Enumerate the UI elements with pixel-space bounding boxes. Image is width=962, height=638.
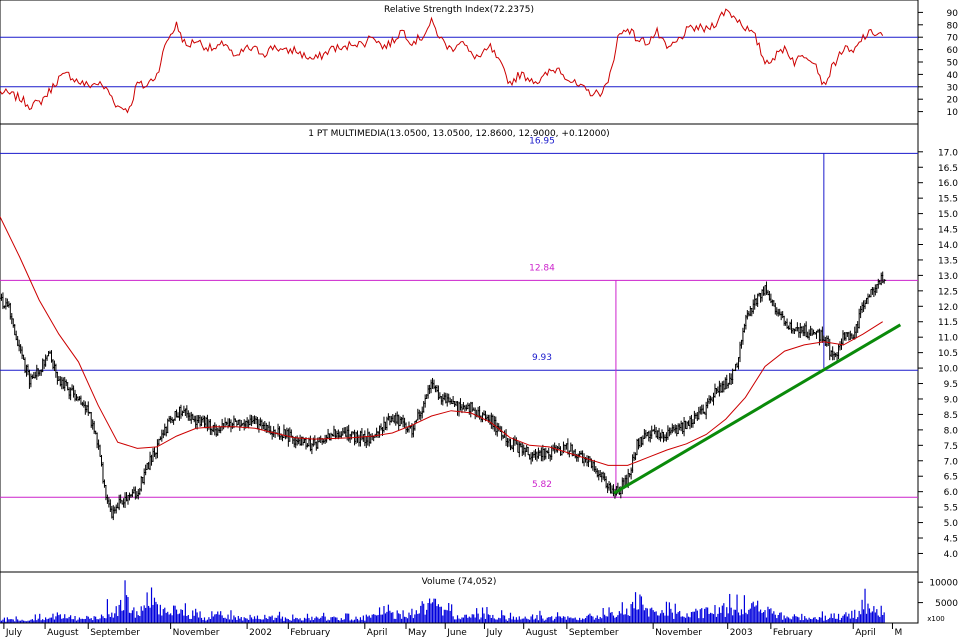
price-ytick-label: 8.5 <box>944 411 958 421</box>
rsi-ytick-label: 50 <box>947 59 959 69</box>
x-axis-month-label: July <box>5 628 23 638</box>
rsi-ytick-label: 10 <box>947 108 959 118</box>
x-axis-month-label: September <box>569 628 619 638</box>
volume-ytick-label: 10000 <box>929 579 958 589</box>
x-axis-month-label: February <box>290 628 331 638</box>
price-ytick-label: 4.0 <box>944 550 959 560</box>
price-ytick-label: 10.5 <box>938 349 958 359</box>
x-axis-month-label: June <box>446 628 467 638</box>
x-axis-month-label: February <box>773 628 814 638</box>
rsi-ytick-label: 40 <box>947 71 959 81</box>
price-frame <box>0 123 919 573</box>
volume-panel: 5000 10000 Volume (74,052) x100 <box>0 571 958 624</box>
price-ytick-label: 6.5 <box>944 473 958 483</box>
x-axis-month-label: 2002 <box>249 628 272 638</box>
price-ytick-label: 12.5 <box>938 287 958 297</box>
volume-ytick-label: 5000 <box>935 599 958 609</box>
price-ytick-label: 4.5 <box>944 535 958 545</box>
price-ytick-label: 17.0 <box>938 148 958 158</box>
x-axis-month-label: November <box>173 628 220 638</box>
price-level-label: 16.95 <box>529 136 555 146</box>
rsi-frame <box>0 0 919 125</box>
price-ytick-label: 5.0 <box>944 519 959 529</box>
x-axis-month-label: August <box>47 628 79 638</box>
x-axis-month-label: M <box>894 628 902 638</box>
price-ytick-label: 16.0 <box>938 179 958 189</box>
price-ytick-label: 14.0 <box>938 241 958 251</box>
rsi-panel: 10 20 30 40 50 60 70 80 90 Relative Strength Inde… <box>0 0 959 125</box>
price-ytick-label: 15.5 <box>938 195 958 205</box>
stock-chart: 10 20 30 40 50 60 70 80 90 Relative Strength Inde… <box>0 0 959 638</box>
price-ytick-label: 14.5 <box>938 226 958 236</box>
price-ytick-label: 16.5 <box>938 164 958 174</box>
price-ytick-label: 7.0 <box>944 457 959 467</box>
rsi-ytick-label: 30 <box>947 83 959 93</box>
rsi-ytick-label: 70 <box>947 34 959 44</box>
price-ytick-label: 13.0 <box>938 272 958 282</box>
x-axis: July August September November 2002 February A… <box>0 622 918 638</box>
price-ytick-label: 11.0 <box>938 334 958 344</box>
x-axis-month-label: April <box>367 628 388 638</box>
price-ytick-label: 15.0 <box>938 210 958 220</box>
volume-multiplier: x100 <box>927 615 945 623</box>
rsi-ytick-label: 80 <box>947 21 959 31</box>
rsi-ytick-label: 90 <box>947 9 959 19</box>
x-axis-month-label: May <box>408 628 427 638</box>
x-axis-month-label: August <box>526 628 558 638</box>
rsi-ytick-label: 60 <box>947 46 959 56</box>
rsi-ytick-label: 20 <box>947 96 959 106</box>
price-ytick-label: 13.5 <box>938 256 958 266</box>
price-ytick-label: 11.5 <box>938 318 958 328</box>
price-ytick-label: 8.0 <box>944 426 959 436</box>
rsi-title: Relative Strength Index(72.2375) <box>384 5 534 15</box>
price-ytick-label: 12.0 <box>938 303 958 313</box>
price-panel: 4.0 4.5 5.0 5.5 6.0 6.5 7.0 7.5 8.0 8.5 9.0 9.5 10.0… <box>0 123 959 573</box>
price-ytick-label: 10.0 <box>938 365 958 375</box>
price-ytick-label: 9.0 <box>944 395 959 405</box>
price-title: 1 PT MULTIMEDIA(13.0500, 13.0500, 12.860… <box>308 129 609 139</box>
price-ytick-label: 7.5 <box>944 442 958 452</box>
x-axis-month-label: July <box>485 628 503 638</box>
x-axis-month-label: September <box>90 628 140 638</box>
x-axis-month-label: April <box>855 628 876 638</box>
x-axis-month-label: 2003 <box>730 628 753 638</box>
volume-title: Volume (74,052) <box>422 577 497 587</box>
price-level-label: 9.93 <box>532 353 552 363</box>
price-ytick-label: 5.5 <box>944 504 958 514</box>
price-level-label: 5.82 <box>532 480 552 490</box>
price-ytick-label: 6.0 <box>944 488 959 498</box>
price-ytick-label: 9.5 <box>944 380 958 390</box>
price-level-label: 12.84 <box>529 263 555 273</box>
x-axis-month-label: November <box>655 628 702 638</box>
